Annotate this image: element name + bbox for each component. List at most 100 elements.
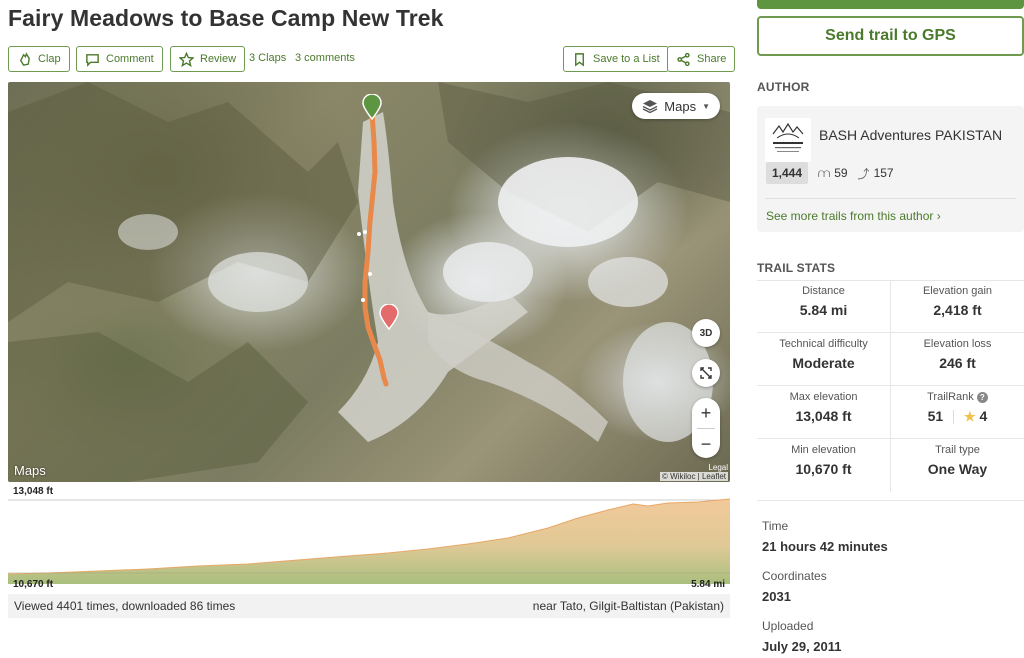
- stat-technical-difficulty: Technical difficulty Moderate: [757, 333, 890, 385]
- start-marker-icon[interactable]: [362, 94, 382, 120]
- chevron-down-icon: ▼: [702, 101, 710, 111]
- expand-icon: [700, 367, 712, 379]
- rating-stars-value: 4: [979, 408, 988, 424]
- trail-stats-heading: TRAIL STATS: [757, 261, 836, 275]
- stat-value: 5.84 mi: [799, 302, 848, 318]
- help-icon[interactable]: ?: [976, 392, 988, 403]
- stat-label: Distance: [802, 285, 845, 297]
- stat-value: 13,048 ft: [795, 408, 852, 424]
- stat-value: One Way: [927, 461, 988, 477]
- trail-footer: Viewed 4401 times, downloaded 86 times n…: [8, 594, 730, 618]
- share-button[interactable]: Share: [667, 46, 736, 72]
- stat-value: July 29, 2011: [762, 639, 842, 654]
- stat-label: Min elevation: [791, 444, 856, 456]
- stat-trail-type: Trail type One Way: [891, 439, 1024, 491]
- claps-count-link[interactable]: 3 Claps: [249, 52, 286, 64]
- apple-maps-text: Maps: [14, 463, 46, 478]
- clap-icon: [19, 51, 30, 66]
- layers-icon: [642, 100, 658, 114]
- stat-value: 246 ft: [939, 355, 976, 371]
- clap-button[interactable]: Clap: [8, 46, 70, 72]
- stat-value: 51: [927, 408, 944, 424]
- stat-label: Uploaded: [762, 619, 814, 633]
- stat-trailrank: TrailRank ? 51 ★ 4: [891, 386, 1024, 438]
- stat-distance: Distance 5.84 mi: [757, 280, 890, 332]
- author-divider: [765, 198, 1016, 199]
- map-3d-button[interactable]: 3D: [692, 319, 720, 347]
- author-following: 157: [873, 166, 894, 180]
- apple-maps-logo: Maps: [14, 463, 46, 478]
- author-trail-count: 1,444: [766, 162, 809, 184]
- author-followers: 59: [834, 166, 848, 180]
- star-icon: [179, 51, 194, 67]
- review-button[interactable]: Review: [170, 46, 246, 72]
- stat-value: 2,418 ft: [933, 302, 982, 318]
- elevation-profile[interactable]: 13,048 ft 10,670 ft 5.84 mi: [8, 484, 730, 594]
- stat-time: Time 21 hours 42 minutes: [762, 519, 888, 554]
- stat-label: Coordinates: [762, 569, 827, 583]
- legal-link[interactable]: Legal: [660, 463, 728, 472]
- trailrank-label-row: TrailRank ?: [891, 391, 1024, 403]
- stat-label: Elevation loss: [923, 338, 992, 350]
- see-more-trails-link[interactable]: See more trails from this author ›: [766, 209, 941, 223]
- elevation-chart: [8, 498, 730, 584]
- stat-max-elevation: Max elevation 13,048 ft: [757, 386, 890, 438]
- stat-label: Time: [762, 519, 789, 533]
- map-layer-selector[interactable]: Maps ▼: [632, 93, 720, 119]
- elevation-min-label: 10,670 ft: [13, 579, 54, 590]
- comment-icon: [86, 53, 99, 67]
- author-name[interactable]: BASH Adventures PAKISTAN: [819, 127, 1002, 143]
- following-icon: ⤴: [857, 166, 870, 181]
- author-stats: 1,444 ⩋ 59 ⤴ 157: [766, 162, 894, 184]
- zoom-in-button[interactable]: +: [692, 398, 720, 428]
- stat-elevation-gain: Elevation gain 2,418 ft: [891, 280, 1024, 332]
- elevation-distance-label: 5.84 mi: [691, 579, 725, 590]
- clap-label: Clap: [38, 53, 61, 65]
- stat-uploaded: Uploaded July 29, 2011: [762, 619, 842, 654]
- share-icon: [677, 52, 690, 66]
- stat-label: Max elevation: [789, 391, 858, 403]
- stat-label: TrailRank: [927, 391, 974, 403]
- stat-value: 21 hours 42 minutes: [762, 539, 888, 554]
- stat-value: Moderate: [792, 355, 855, 371]
- stat-value: 10,670 ft: [795, 461, 852, 477]
- author-logo[interactable]: [765, 118, 811, 162]
- download-button-edge[interactable]: [757, 0, 1024, 9]
- end-marker-icon[interactable]: [379, 304, 399, 330]
- elevation-max-label: 13,048 ft: [13, 486, 54, 497]
- author-card: BASH Adventures PAKISTAN 1,444 ⩋ 59 ⤴ 15…: [757, 106, 1024, 232]
- stat-min-elevation: Min elevation 10,670 ft: [757, 439, 890, 491]
- save-to-list-button[interactable]: Save to a List: [563, 46, 669, 72]
- comments-count-link[interactable]: 3 comments: [295, 52, 355, 64]
- map-legal: Legal © Wikiloc | Leaflet: [660, 463, 728, 481]
- map-layer-label: Maps: [664, 98, 697, 114]
- fullscreen-button[interactable]: [692, 359, 720, 387]
- stat-label: Technical difficulty: [779, 338, 868, 350]
- satellite-terrain: [8, 82, 730, 482]
- action-bar: Clap Comment Review 3 Claps 3 comments S…: [8, 46, 736, 72]
- bookmark-icon: [575, 52, 584, 67]
- view-count: Viewed 4401 times, downloaded 86 times: [14, 599, 236, 613]
- author-heading: AUTHOR: [757, 80, 810, 94]
- zoom-out-button[interactable]: −: [692, 429, 720, 459]
- send-to-gps-button[interactable]: Send trail to GPS: [757, 16, 1024, 56]
- share-label: Share: [697, 53, 727, 65]
- review-label: Review: [200, 53, 237, 65]
- comment-button[interactable]: Comment: [76, 46, 163, 72]
- trail-title: Fairy Meadows to Base Camp New Trek: [8, 5, 444, 31]
- star-icon: ★: [964, 409, 976, 424]
- save-list-label: Save to a List: [593, 53, 660, 65]
- trail-location: near Tato, Gilgit-Baltistan (Pakistan): [532, 599, 724, 613]
- stat-value: 2031: [762, 589, 791, 604]
- stats-divider: [757, 500, 1024, 501]
- stat-label: Trail type: [935, 444, 980, 456]
- map-attribution[interactable]: © Wikiloc | Leaflet: [660, 472, 728, 481]
- comment-label: Comment: [106, 53, 154, 65]
- trail-map[interactable]: Maps ▼ 3D + − Maps Legal © Wikiloc | Lea…: [8, 82, 730, 482]
- followers-icon: ⩋: [818, 165, 831, 180]
- trailrank-value-row: 51 ★ 4: [891, 408, 1024, 425]
- zoom-control: + −: [692, 398, 720, 458]
- stat-coordinates: Coordinates 2031: [762, 569, 827, 604]
- stat-label: Elevation gain: [922, 285, 993, 297]
- stat-elevation-loss: Elevation loss 246 ft: [891, 333, 1024, 385]
